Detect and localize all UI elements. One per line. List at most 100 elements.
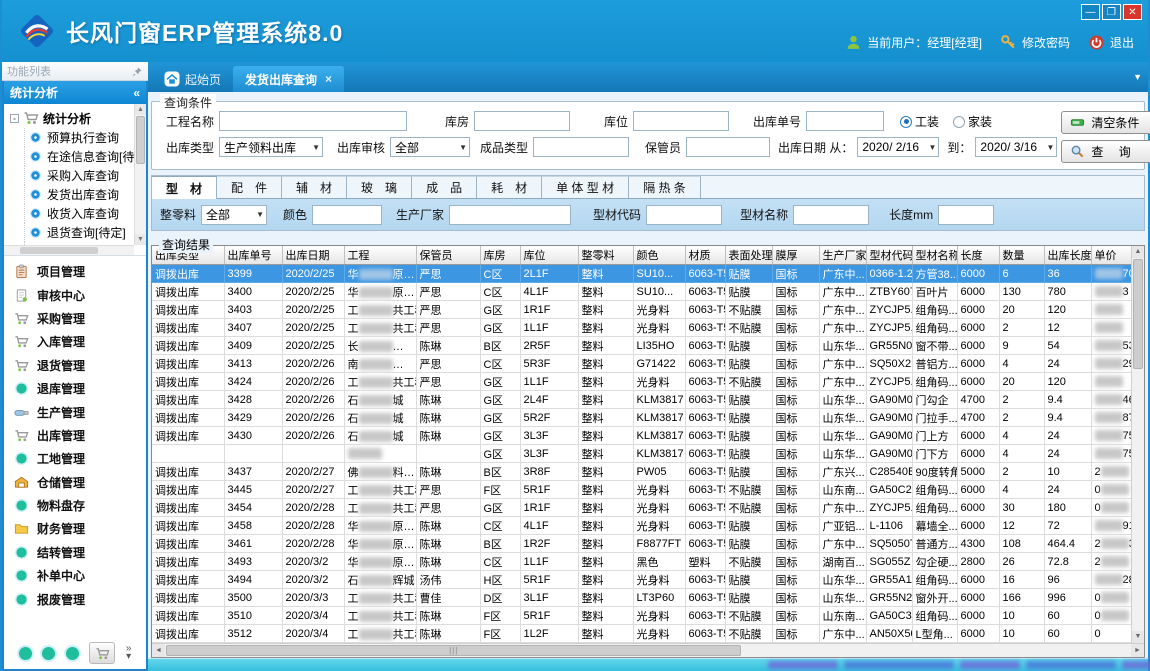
table-row[interactable]: 调拨出库34582020/2/28华原…陈琳C区4L1F整料光身料6063-T5…	[152, 517, 1131, 535]
material-tab-2[interactable]: 辅 材	[282, 176, 347, 198]
project-name-input[interactable]	[219, 111, 407, 131]
profile-code-input[interactable]	[646, 205, 722, 225]
tree-item-1[interactable]: 在途信息查询[待	[24, 147, 132, 166]
sidebar-item-退货管理[interactable]: 退货管理	[14, 354, 146, 377]
sidebar-item-仓储管理[interactable]: 仓储管理	[14, 471, 146, 494]
table-row[interactable]: 调拨出库34092020/2/25长…陈琳B区2R5F整料LI35HO6063-…	[152, 337, 1131, 355]
maker-input[interactable]	[449, 205, 571, 225]
material-tab-6[interactable]: 单 体 型 材	[542, 176, 629, 198]
column-header[interactable]: 长度	[957, 246, 999, 265]
sidebar-item-结转管理[interactable]: 结转管理	[14, 541, 146, 564]
scroll-thumb[interactable]	[20, 247, 98, 254]
scroll-down-icon[interactable]: ▼	[135, 234, 146, 245]
column-header[interactable]: 工程	[344, 246, 416, 265]
column-header[interactable]: 库位	[520, 246, 578, 265]
search-button[interactable]: 查 询	[1061, 140, 1150, 163]
material-tab-0[interactable]: 型 材	[152, 176, 217, 199]
keeper-input[interactable]	[686, 137, 770, 157]
table-row[interactable]: 调拨出库34032020/2/25工共工程严思G区1R1F整料光身料6063-T…	[152, 301, 1131, 319]
table-row[interactable]: 调拨出库35102020/3/4工共工程陈琳F区5R1F整料光身料6063-T5…	[152, 607, 1131, 625]
table-row[interactable]: G区3L3F整料KLM38176063-T5贴膜国标山东华...GA90M09.…	[152, 445, 1131, 463]
outbound-type-select[interactable]: 生产领料出库▼	[219, 137, 323, 157]
tree-horizontal-scrollbar[interactable]	[4, 245, 134, 255]
sidebar-item-补单中心[interactable]: 补单中心	[14, 564, 146, 587]
change-password-button[interactable]: 修改密码	[1000, 34, 1070, 51]
section-header-statistics[interactable]: 统计分析 «	[4, 81, 146, 104]
tree-item-5[interactable]: 退货查询[待定]	[24, 223, 132, 242]
sidebar-item-报废管理[interactable]: 报废管理	[14, 587, 146, 610]
order-no-input[interactable]	[806, 111, 884, 131]
material-tab-3[interactable]: 玻 璃	[347, 176, 412, 198]
sidebar-item-审核中心[interactable]: 审核中心	[14, 283, 146, 306]
table-horizontal-scrollbar[interactable]: ◄ ||| ►	[152, 643, 1144, 657]
column-header[interactable]: 保管员	[416, 246, 480, 265]
sidebar-item-工地管理[interactable]: 工地管理	[14, 447, 146, 470]
column-header[interactable]: 出库日期	[282, 246, 344, 265]
column-header[interactable]: 出库单号	[224, 246, 282, 265]
column-header[interactable]: 型材代码	[866, 246, 912, 265]
sidebar-item-采购管理[interactable]: 采购管理	[14, 307, 146, 330]
scroll-thumb[interactable]	[1133, 259, 1143, 369]
scroll-right-icon[interactable]: ►	[1131, 644, 1144, 657]
table-row[interactable]: 调拨出库34282020/2/26石城陈琳G区2L4F整料KLM38176063…	[152, 391, 1131, 409]
location-input[interactable]	[633, 111, 729, 131]
tab-home[interactable]: 起始页	[152, 66, 233, 92]
column-header[interactable]: 出库长度	[1044, 246, 1091, 265]
table-row[interactable]: 调拨出库34302020/2/26石城陈琳G区3L3F整料KLM38176063…	[152, 427, 1131, 445]
whole-piece-select[interactable]: 全部▼	[201, 205, 267, 225]
column-header[interactable]: 整零料	[578, 246, 633, 265]
column-header[interactable]: 单价	[1091, 246, 1131, 265]
tree-item-2[interactable]: 采购入库查询	[24, 166, 132, 185]
table-row[interactable]: 调拨出库34542020/2/28工共工程严思G区1R1F整料光身料6063-T…	[152, 499, 1131, 517]
maximize-button[interactable]: ❐	[1102, 4, 1121, 20]
table-row[interactable]: 调拨出库34072020/2/25工共工程严思G区1L1F整料光身料6063-T…	[152, 319, 1131, 337]
tree-item-4[interactable]: 收货入库查询	[24, 204, 132, 223]
table-row[interactable]: 调拨出库34292020/2/26石城陈琳G区5R2F整料KLM38176063…	[152, 409, 1131, 427]
module-dot-button[interactable]	[66, 647, 79, 660]
warehouse-input[interactable]	[474, 111, 570, 131]
pin-icon[interactable]	[132, 66, 143, 77]
tab-shipment-outbound-query[interactable]: 发货出库查询 ×	[233, 66, 344, 92]
column-header[interactable]: 材质	[685, 246, 725, 265]
profile-name-input[interactable]	[793, 205, 869, 225]
column-header[interactable]: 型材名称	[912, 246, 957, 265]
table-row[interactable]: 调拨出库34452020/2/27工共工程严思F区5R1F整料光身料6063-T…	[152, 481, 1131, 499]
tab-list-dropdown-icon[interactable]: ▼	[1133, 72, 1142, 82]
scroll-down-icon[interactable]: ▼	[1132, 631, 1144, 643]
tree-vertical-scrollbar[interactable]: ▲ ▼	[134, 104, 146, 245]
column-header[interactable]: 表面处理	[725, 246, 772, 265]
minimize-button[interactable]: —	[1081, 4, 1100, 20]
sidebar-item-项目管理[interactable]: 项目管理	[14, 260, 146, 283]
sidebar-item-物料盘存[interactable]: 物料盘存	[14, 494, 146, 517]
column-header[interactable]: 生产厂家	[819, 246, 866, 265]
tree-item-3[interactable]: 发货出库查询	[24, 185, 132, 204]
material-tab-1[interactable]: 配 件	[217, 176, 282, 198]
product-type-input[interactable]	[533, 137, 629, 157]
column-header[interactable]: 颜色	[633, 246, 685, 265]
module-dot-button[interactable]	[42, 647, 55, 660]
column-header[interactable]: 库房	[480, 246, 520, 265]
sidebar-item-出库管理[interactable]: 出库管理	[14, 424, 146, 447]
tree-expander-icon[interactable]: -	[10, 114, 19, 123]
table-row[interactable]: 调拨出库33992020/2/25华原…严思C区2L1F整料SU10...606…	[152, 265, 1131, 283]
date-to-select[interactable]: 2020/ 3/16▼	[975, 137, 1057, 157]
table-row[interactable]: 调拨出库34612020/2/28华原…陈琳B区1R2F整料F8877FT606…	[152, 535, 1131, 553]
module-dot-button[interactable]	[19, 647, 32, 660]
column-header[interactable]: 膜厚	[772, 246, 819, 265]
table-vertical-scrollbar[interactable]: ▲ ▼	[1131, 246, 1144, 643]
tab-close-icon[interactable]: ×	[325, 72, 332, 86]
material-tab-7[interactable]: 隔 热 条	[629, 176, 701, 198]
table-row[interactable]: 调拨出库35002020/3/3工共工程曹佳D区3L1F整料LT3P606063…	[152, 589, 1131, 607]
table-row[interactable]: 调拨出库34942020/3/2石辉城汤伟H区5R1F整料光身料6063-T5贴…	[152, 571, 1131, 589]
tree-root-statistics[interactable]: - 统计分析	[10, 108, 132, 128]
table-row[interactable]: 调拨出库34002020/2/25华原…严思C区4L1F整料SU10...606…	[152, 283, 1131, 301]
sidebar-item-财务管理[interactable]: 财务管理	[14, 517, 146, 540]
module-cart-button[interactable]	[89, 642, 115, 664]
table-row[interactable]: 调拨出库34132020/2/26南…严思C区5R3F整料G714226063-…	[152, 355, 1131, 373]
sidebar-item-生产管理[interactable]: 生产管理	[14, 400, 146, 423]
table-row[interactable]: 调拨出库34372020/2/27佛料…陈琳B区3R8F整料PW056063-T…	[152, 463, 1131, 481]
scroll-up-icon[interactable]: ▲	[135, 104, 146, 115]
column-header[interactable]: 数量	[999, 246, 1044, 265]
table-row[interactable]: 调拨出库35122020/3/4工共工程陈琳F区1L2F整料光身料6063-T5…	[152, 625, 1131, 643]
sidebar-item-退库管理[interactable]: 退库管理	[14, 377, 146, 400]
